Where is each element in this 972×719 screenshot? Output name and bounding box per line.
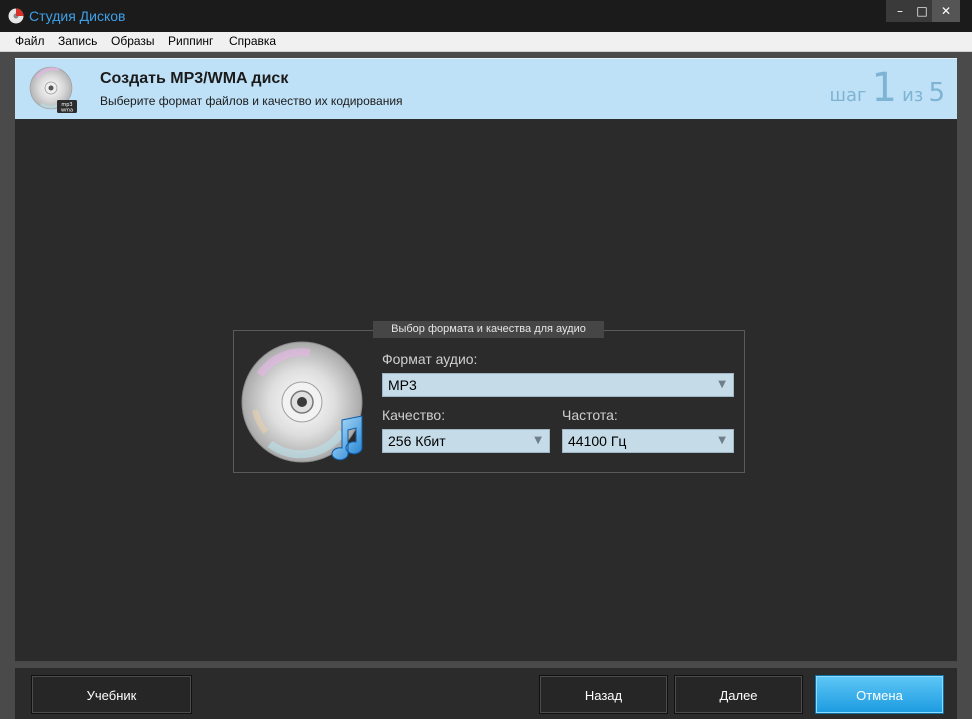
audio-group-legend: Выбор формата и качества для аудио	[373, 321, 604, 338]
menu-bar: Файл Запись Образы Риппинг Справка	[0, 32, 972, 52]
title-bar: Студия Дисков – □ ✕	[0, 0, 972, 32]
menu-images[interactable]: Образы	[111, 34, 155, 48]
chevron-down-icon: ▼	[534, 435, 542, 446]
format-value: MP3	[388, 377, 417, 393]
quality-select[interactable]: 256 Кбит ▼	[382, 429, 550, 453]
frequency-label: Частота:	[562, 407, 618, 423]
page-subtitle: Выберите формат файлов и качество их код…	[100, 94, 403, 108]
chevron-down-icon: ▼	[718, 435, 726, 446]
step-total: 5	[928, 78, 945, 108]
quality-label: Качество:	[382, 407, 446, 423]
format-label: Формат аудио:	[382, 351, 478, 367]
frequency-select[interactable]: 44100 Гц ▼	[562, 429, 734, 453]
cancel-button[interactable]: Отмена	[815, 675, 944, 714]
step-word: шаг	[829, 85, 867, 106]
next-button[interactable]: Далее	[674, 675, 803, 714]
menu-file[interactable]: Файл	[15, 34, 45, 48]
menu-help[interactable]: Справка	[229, 34, 276, 48]
menu-record[interactable]: Запись	[58, 34, 97, 48]
step-current: 1	[871, 65, 897, 111]
close-button[interactable]: ✕	[932, 0, 960, 22]
app-disc-icon	[8, 8, 24, 24]
chevron-down-icon: ▼	[718, 379, 726, 390]
icon-badge-line2: wma	[61, 108, 73, 114]
tutorial-button[interactable]: Учебник	[31, 675, 192, 714]
frequency-value: 44100 Гц	[568, 433, 627, 449]
audio-cd-icon	[241, 341, 363, 463]
format-select[interactable]: MP3 ▼	[382, 373, 734, 397]
mp3-wma-disc-icon: mp3 wma	[29, 66, 77, 114]
step-of: из	[902, 85, 924, 106]
wizard-header: mp3 wma Создать MP3/WMA диск Выберите фо…	[15, 58, 957, 119]
window-title: Студия Дисков	[29, 8, 126, 24]
menu-ripping[interactable]: Риппинг	[168, 34, 213, 48]
back-button[interactable]: Назад	[539, 675, 668, 714]
step-indicator: шаг 1 из 5	[829, 65, 945, 111]
page-title: Создать MP3/WMA диск	[100, 70, 289, 87]
quality-value: 256 Кбит	[388, 433, 446, 449]
